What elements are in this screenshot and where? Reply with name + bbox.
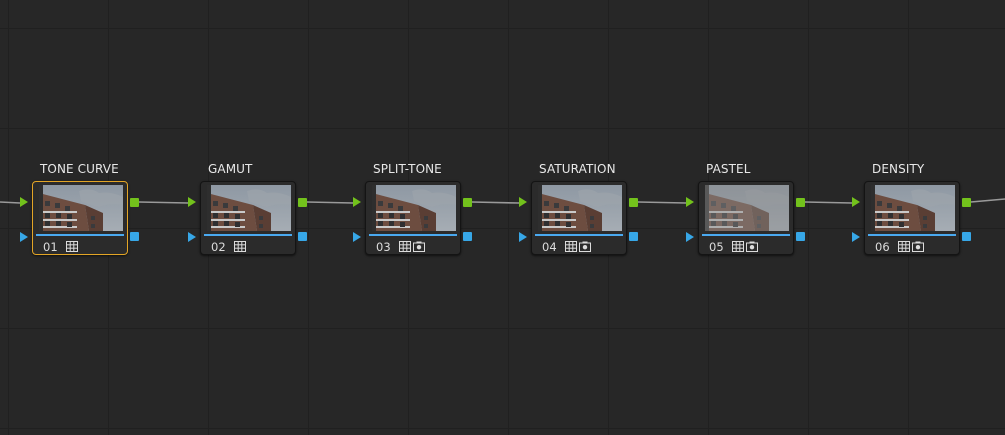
node-number: 06 bbox=[875, 240, 890, 254]
grid-icon bbox=[234, 241, 246, 252]
node-label: SPLIT-TONE bbox=[373, 162, 442, 176]
node-label: GAMUT bbox=[208, 162, 253, 176]
node-icons bbox=[898, 241, 924, 252]
alpha-output-port[interactable] bbox=[796, 232, 805, 241]
building-photo bbox=[705, 185, 789, 231]
alpha-output-port[interactable] bbox=[298, 232, 307, 241]
alpha-output-port[interactable] bbox=[629, 232, 638, 241]
node-editor-canvas[interactable]: TONE CURVE 01 GAMUT 02 SPLIT-TONE 03 SATURATIO… bbox=[0, 0, 1005, 435]
building-photo bbox=[207, 185, 291, 231]
node-key-bar bbox=[204, 234, 292, 236]
alpha-output-port[interactable] bbox=[463, 232, 472, 241]
rgb-input-port[interactable] bbox=[852, 197, 860, 207]
node-number: 01 bbox=[43, 240, 58, 254]
alpha-input-port[interactable] bbox=[188, 232, 196, 242]
building-photo bbox=[372, 185, 456, 231]
corrector-node-01[interactable]: 01 bbox=[32, 181, 128, 255]
connection-wire[interactable] bbox=[0, 201, 21, 204]
grid-icon bbox=[565, 241, 577, 252]
corrector-node-02[interactable]: 02 bbox=[200, 181, 296, 255]
camera-icon bbox=[912, 241, 924, 252]
node-label: DENSITY bbox=[872, 162, 925, 176]
alpha-input-port[interactable] bbox=[852, 232, 860, 242]
rgb-input-port[interactable] bbox=[353, 197, 361, 207]
node-icons bbox=[565, 241, 591, 252]
node-thumbnail bbox=[705, 185, 789, 231]
node-icons bbox=[66, 241, 78, 252]
corrector-node-05[interactable]: 05 bbox=[698, 181, 794, 255]
alpha-input-port[interactable] bbox=[519, 232, 527, 242]
connection-wire[interactable] bbox=[970, 198, 1005, 203]
building-photo bbox=[39, 185, 123, 231]
camera-icon bbox=[413, 241, 425, 252]
rgb-output-port[interactable] bbox=[130, 198, 139, 207]
corrector-node-04[interactable]: 04 bbox=[531, 181, 627, 255]
grid-icon bbox=[898, 241, 910, 252]
node-number: 04 bbox=[542, 240, 557, 254]
node-thumbnail bbox=[207, 185, 291, 231]
rgb-input-port[interactable] bbox=[686, 197, 694, 207]
building-photo bbox=[871, 185, 955, 231]
rgb-output-port[interactable] bbox=[796, 198, 805, 207]
camera-icon bbox=[746, 241, 758, 252]
node-key-bar bbox=[702, 234, 790, 236]
corrector-node-06[interactable]: 06 bbox=[864, 181, 960, 255]
connection-wire[interactable] bbox=[804, 201, 853, 204]
rgb-output-port[interactable] bbox=[463, 198, 472, 207]
node-key-bar bbox=[535, 234, 623, 236]
rgb-output-port[interactable] bbox=[629, 198, 638, 207]
node-key-bar bbox=[369, 234, 457, 236]
rgb-output-port[interactable] bbox=[962, 198, 971, 207]
connection-wire[interactable] bbox=[306, 201, 354, 204]
alpha-output-port[interactable] bbox=[130, 232, 139, 241]
node-thumbnail bbox=[39, 185, 123, 231]
node-label: PASTEL bbox=[706, 162, 751, 176]
node-label: SATURATION bbox=[539, 162, 616, 176]
connection-wire[interactable] bbox=[138, 201, 189, 204]
rgb-input-port[interactable] bbox=[20, 197, 28, 207]
node-key-bar bbox=[36, 234, 124, 236]
alpha-output-port[interactable] bbox=[962, 232, 971, 241]
node-thumbnail bbox=[372, 185, 456, 231]
node-thumbnail bbox=[538, 185, 622, 231]
grid-icon bbox=[399, 241, 411, 252]
rgb-output-port[interactable] bbox=[298, 198, 307, 207]
node-number: 03 bbox=[376, 240, 391, 254]
corrector-node-03[interactable]: 03 bbox=[365, 181, 461, 255]
node-number: 05 bbox=[709, 240, 724, 254]
grid-icon bbox=[66, 241, 78, 252]
alpha-input-port[interactable] bbox=[20, 232, 28, 242]
node-icons bbox=[399, 241, 425, 252]
grid-icon bbox=[732, 241, 744, 252]
alpha-input-port[interactable] bbox=[686, 232, 694, 242]
camera-icon bbox=[579, 241, 591, 252]
node-icons bbox=[234, 241, 246, 252]
rgb-input-port[interactable] bbox=[188, 197, 196, 207]
building-photo bbox=[538, 185, 622, 231]
node-icons bbox=[732, 241, 758, 252]
connection-wire[interactable] bbox=[637, 201, 687, 204]
node-key-bar bbox=[868, 234, 956, 236]
rgb-input-port[interactable] bbox=[519, 197, 527, 207]
node-number: 02 bbox=[211, 240, 226, 254]
node-label: TONE CURVE bbox=[40, 162, 119, 176]
connection-wire[interactable] bbox=[471, 201, 520, 204]
node-thumbnail bbox=[871, 185, 955, 231]
alpha-input-port[interactable] bbox=[353, 232, 361, 242]
connection-wires bbox=[0, 198, 1005, 204]
